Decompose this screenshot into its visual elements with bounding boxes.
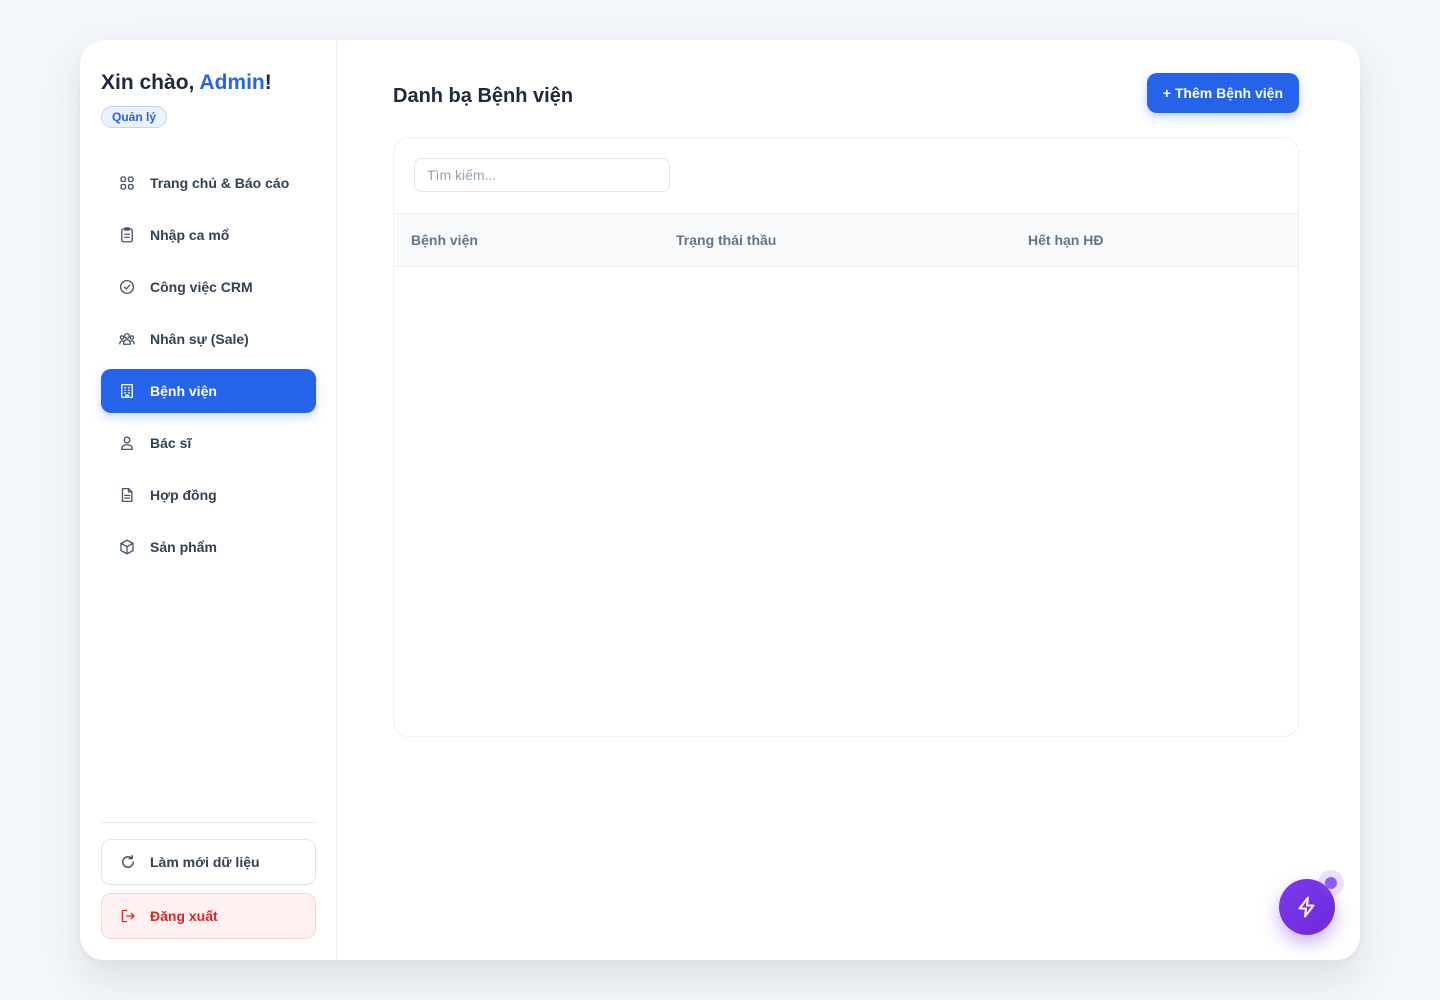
grid-icon: [118, 174, 136, 192]
page-header: Danh bạ Bệnh viện + Thêm Bệnh viện: [393, 73, 1299, 113]
sidebar-footer: Làm mới dữ liệu Đăng xuất: [101, 822, 316, 939]
refresh-icon: [119, 853, 137, 871]
sidebar-item-products[interactable]: Sản phẩm: [101, 525, 316, 569]
clipboard-icon: [118, 226, 136, 244]
user-name: Admin: [199, 71, 265, 94]
sidebar-item-label: Hợp đồng: [150, 487, 217, 503]
users-icon: [118, 330, 136, 348]
sidebar-item-contracts[interactable]: Hợp đồng: [101, 473, 316, 517]
page-title: Danh bạ Bệnh viện: [393, 84, 574, 107]
greeting: Xin chào, Admin!: [101, 70, 316, 96]
greeting-suffix: !: [264, 71, 272, 94]
user-icon: [118, 434, 136, 452]
sidebar-item-staff[interactable]: Nhân sự (Sale): [101, 317, 316, 361]
sidebar-item-label: Công việc CRM: [150, 279, 253, 295]
building-icon: [118, 382, 136, 400]
app-window: Xin chào, Admin! Quản lý Trang chủ & Báo…: [80, 40, 1360, 960]
sidebar-nav: Trang chủ & Báo cáo Nhập ca mổ Công việc…: [101, 161, 316, 569]
sidebar: Xin chào, Admin! Quản lý Trang chủ & Báo…: [80, 40, 337, 960]
notification-dot: [1318, 870, 1344, 896]
table-toolbar: [394, 138, 1298, 213]
main-content: Danh bạ Bệnh viện + Thêm Bệnh viện Bệnh …: [337, 40, 1360, 960]
sidebar-item-label: Trang chủ & Báo cáo: [150, 175, 290, 191]
column-header-hospital[interactable]: Bệnh viện: [411, 232, 478, 248]
refresh-data-label: Làm mới dữ liệu: [150, 854, 260, 870]
sidebar-item-surgery-entry[interactable]: Nhập ca mổ: [101, 213, 316, 257]
greeting-prefix: Xin chào,: [101, 71, 200, 94]
lightning-icon: [1298, 896, 1315, 918]
sidebar-item-label: Bệnh viện: [150, 383, 217, 399]
role-badge: Quản lý: [101, 106, 168, 128]
table-header: Bệnh viện Trạng thái thầu Hết hạn HĐ: [394, 213, 1298, 267]
search-input[interactable]: [414, 158, 670, 192]
sidebar-item-doctors[interactable]: Bác sĩ: [101, 421, 316, 465]
hospital-table-card: Bệnh viện Trạng thái thầu Hết hạn HĐ: [393, 137, 1299, 737]
sidebar-item-label: Bác sĩ: [150, 435, 192, 451]
logout-label: Đăng xuất: [150, 908, 218, 924]
sidebar-item-dashboard[interactable]: Trang chủ & Báo cáo: [101, 161, 316, 205]
box-icon: [118, 538, 136, 556]
check-circle-icon: [118, 278, 136, 296]
document-icon: [118, 486, 136, 504]
sidebar-item-hospitals[interactable]: Bệnh viện: [101, 369, 316, 413]
add-hospital-button[interactable]: + Thêm Bệnh viện: [1146, 73, 1299, 113]
sidebar-item-label: Sản phẩm: [150, 539, 217, 555]
refresh-data-button[interactable]: Làm mới dữ liệu: [101, 839, 316, 885]
logout-button[interactable]: Đăng xuất: [101, 893, 316, 939]
sidebar-item-crm-tasks[interactable]: Công việc CRM: [101, 265, 316, 309]
sidebar-item-label: Nhân sự (Sale): [150, 331, 249, 347]
sidebar-item-label: Nhập ca mổ: [150, 227, 230, 243]
column-header-contract-expiry[interactable]: Hết hạn HĐ: [1028, 232, 1103, 248]
logout-icon: [119, 907, 137, 925]
column-header-bid-status[interactable]: Trạng thái thầu: [676, 232, 776, 248]
